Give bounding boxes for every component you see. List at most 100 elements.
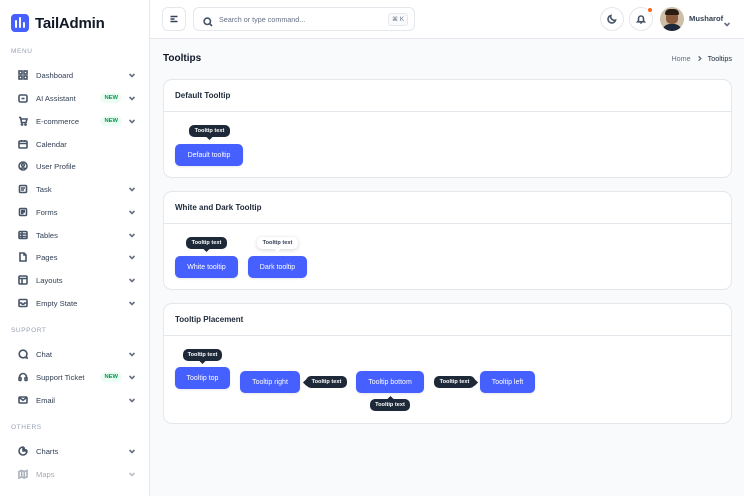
default-tooltip-button[interactable]: Default tooltip [175, 144, 243, 166]
sidebar-item-label: User Profile [36, 161, 76, 171]
sidebar-item-forms[interactable]: Forms [11, 203, 136, 221]
sidebar-item-label: Empty State [36, 298, 78, 308]
brand[interactable]: TailAdmin [11, 14, 105, 32]
sidebar-section-others: Others [11, 424, 42, 431]
sidebar-item-label: Charts [36, 446, 59, 456]
form-icon [16, 205, 30, 219]
tooltip-right-button[interactable]: Tooltip right [240, 371, 300, 393]
bell-icon [636, 14, 646, 24]
chevron-down-icon [128, 94, 136, 102]
chevron-down-icon [128, 396, 136, 404]
sidebar-item-label: Support Ticket [36, 372, 85, 382]
chevron-down-icon [128, 470, 136, 478]
notification-dot [647, 7, 653, 13]
sidebar: TailAdmin Menu Dashboard AI Assistant NE… [0, 0, 150, 496]
sidebar-toggle-button[interactable] [162, 7, 186, 31]
sidebar-item-layouts[interactable]: Layouts [11, 271, 136, 289]
menu-icon [169, 14, 179, 24]
chevron-down-icon[interactable] [723, 15, 731, 27]
sidebar-item-email[interactable]: Email [11, 391, 136, 409]
sidebar-item-label: Maps [36, 469, 55, 479]
cart-icon [16, 114, 30, 128]
chevron-down-icon [128, 253, 136, 261]
sidebar-item-label: Calendar [36, 139, 67, 149]
sidebar-item-label: E-commerce [36, 116, 80, 126]
sidebar-section-menu: Menu [11, 48, 33, 55]
dark-tooltip-button[interactable]: Dark tooltip [248, 256, 307, 278]
tooltip-top-button[interactable]: Tooltip top [175, 367, 230, 389]
chevron-down-icon [128, 71, 136, 79]
chevron-down-icon [128, 231, 136, 239]
tooltip: Tooltip text [186, 237, 227, 249]
search-icon [203, 14, 213, 27]
sidebar-item-empty-state[interactable]: Empty State [11, 294, 136, 312]
tooltip-bottom-button[interactable]: Tooltip bottom [356, 371, 424, 393]
pages-icon [16, 250, 30, 264]
sidebar-item-label: Tables [36, 230, 58, 240]
sidebar-item-task[interactable]: Task [11, 180, 136, 198]
tooltip: Tooltip text [189, 125, 230, 137]
headset-icon [16, 370, 30, 384]
white-dark-tooltip-card: White and Dark Tooltip Tooltip text Whit… [163, 191, 732, 290]
calendar-icon [16, 137, 30, 151]
card-title: White and Dark Tooltip [164, 192, 731, 224]
sidebar-item-label: Forms [36, 207, 58, 217]
task-list-icon [16, 182, 30, 196]
sidebar-item-charts[interactable]: Charts [11, 442, 136, 460]
sidebar-item-pages[interactable]: Pages [11, 248, 136, 266]
moon-icon [607, 14, 617, 24]
sidebar-item-user-profile[interactable]: User Profile [11, 157, 136, 175]
breadcrumb: Home Tooltips [671, 54, 732, 63]
sidebar-item-tables[interactable]: Tables [11, 226, 136, 244]
chevron-down-icon [128, 373, 136, 381]
tooltip: Tooltip text [370, 399, 410, 411]
search-shortcut-badge: ⌘ K [387, 12, 408, 26]
chevron-down-icon [128, 208, 136, 216]
card-title: Tooltip Placement [164, 304, 731, 336]
sidebar-item-label: AI Assistant [36, 93, 76, 103]
sidebar-item-label: Task [36, 184, 52, 194]
sidebar-item-support-ticket[interactable]: Support Ticket NEW [11, 368, 136, 386]
new-badge: NEW [100, 372, 122, 382]
pie-chart-icon [16, 444, 30, 458]
sidebar-item-dashboard[interactable]: Dashboard [11, 66, 136, 84]
table-icon [16, 228, 30, 242]
tooltip: Tooltip text [183, 349, 222, 361]
chevron-right-icon [696, 55, 703, 62]
chevron-down-icon [128, 299, 136, 307]
mail-icon [16, 393, 30, 407]
avatar[interactable] [660, 7, 684, 31]
chevron-down-icon [128, 276, 136, 284]
sidebar-item-maps[interactable]: Maps [11, 465, 136, 483]
sidebar-item-label: Chat [36, 349, 53, 359]
white-tooltip-button[interactable]: White tooltip [175, 256, 238, 278]
notification-button[interactable] [629, 7, 653, 31]
chevron-down-icon [128, 350, 136, 358]
dark-mode-toggle-button[interactable] [600, 7, 624, 31]
map-icon [16, 467, 30, 481]
default-tooltip-card: Default Tooltip Tooltip text Default too… [163, 79, 732, 178]
top-header: Search or type command... ⌘ K Musharof [150, 0, 744, 39]
tooltip: Tooltip text [257, 237, 298, 249]
tailadmin-logo-icon [11, 14, 29, 32]
search-placeholder: Search or type command... [219, 14, 306, 24]
ai-sparkle-icon [16, 91, 30, 105]
chevron-down-icon [128, 117, 136, 125]
sidebar-item-label: Pages [36, 252, 58, 262]
breadcrumb-home-link[interactable]: Home [671, 54, 690, 63]
user-name[interactable]: Musharof [689, 14, 723, 23]
sidebar-item-calendar[interactable]: Calendar [11, 135, 136, 153]
search-input[interactable]: Search or type command... ⌘ K [193, 7, 415, 31]
sidebar-item-ai-assistant[interactable]: AI Assistant NEW [11, 89, 136, 107]
sidebar-item-ecommerce[interactable]: E-commerce NEW [11, 112, 136, 130]
tooltip-left-button[interactable]: Tooltip left [480, 371, 535, 393]
sidebar-item-label: Layouts [36, 275, 63, 285]
sidebar-section-support: Support [11, 327, 47, 334]
brand-name: TailAdmin [35, 14, 105, 32]
tooltip: Tooltip text [434, 376, 475, 388]
sidebar-item-chat[interactable]: Chat [11, 345, 136, 363]
chevron-down-icon [128, 185, 136, 193]
breadcrumb-current: Tooltips [707, 54, 732, 63]
card-title: Default Tooltip [164, 80, 731, 112]
user-circle-icon [16, 159, 30, 173]
